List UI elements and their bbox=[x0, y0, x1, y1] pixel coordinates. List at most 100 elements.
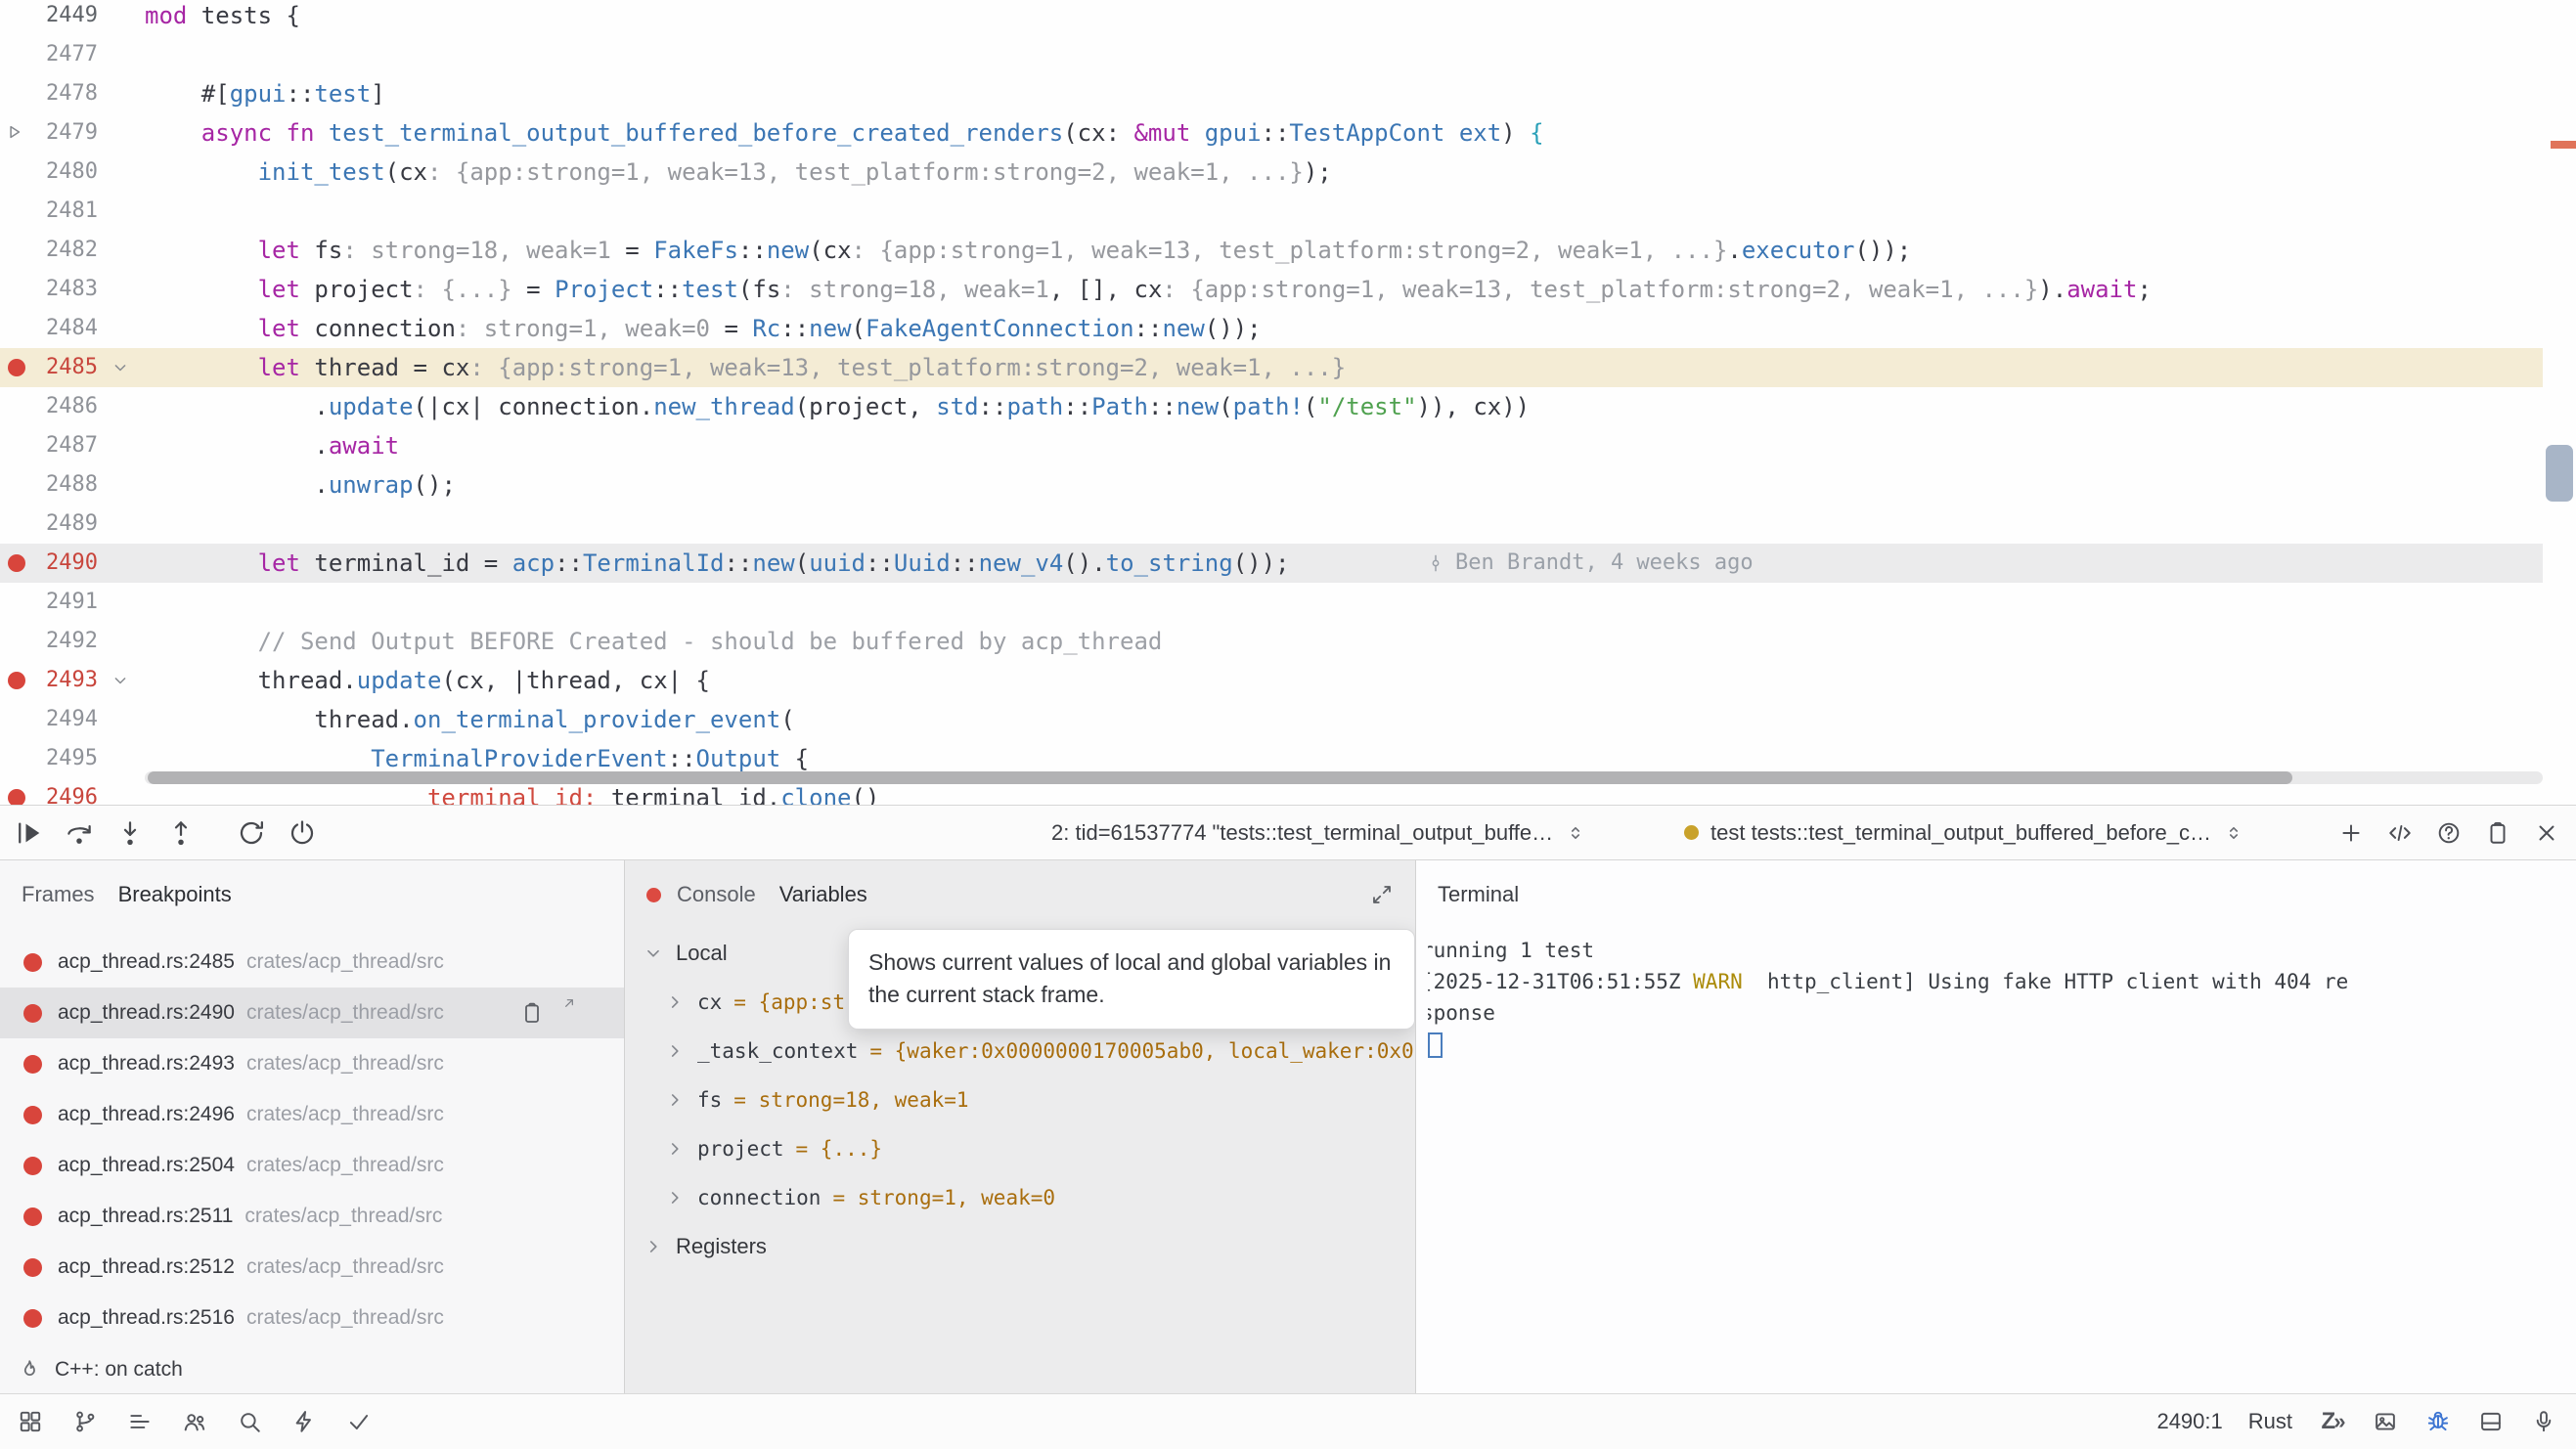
code-line-2479[interactable]: 2479 async fn test_terminal_output_buffe… bbox=[0, 113, 2543, 153]
line-number[interactable]: 2479 bbox=[35, 113, 98, 153]
code-line-2481[interactable]: 2481 bbox=[0, 192, 2543, 231]
breakpoint-dot[interactable] bbox=[23, 1309, 42, 1328]
code-line-2489[interactable]: 2489 bbox=[0, 505, 2543, 544]
run-test-icon[interactable] bbox=[4, 122, 23, 142]
help-button[interactable] bbox=[2433, 817, 2465, 849]
chevron-right-icon[interactable] bbox=[643, 1236, 664, 1257]
line-number[interactable]: 2491 bbox=[35, 583, 98, 622]
gutter-marker[interactable] bbox=[0, 622, 35, 661]
gutter-marker[interactable] bbox=[0, 700, 35, 739]
debugger-button[interactable] bbox=[2423, 1407, 2453, 1436]
new-session-button[interactable] bbox=[2335, 817, 2367, 849]
breakpoint-row[interactable]: acp_thread.rs:2512crates/acp_thread/src bbox=[0, 1242, 624, 1293]
tab-variables[interactable]: Variables bbox=[779, 882, 867, 907]
mic-button[interactable] bbox=[2529, 1407, 2558, 1436]
dock-layout-button[interactable] bbox=[16, 1407, 45, 1436]
breakpoint-dot[interactable] bbox=[8, 359, 25, 376]
line-number[interactable]: 2478 bbox=[35, 74, 98, 113]
code-line-2486[interactable]: 2486 .update(|cx| connection.new_thread(… bbox=[0, 387, 2543, 426]
edit-prediction-button[interactable]: Z» bbox=[2318, 1407, 2347, 1436]
gutter-marker[interactable] bbox=[0, 426, 35, 465]
line-number[interactable]: 2483 bbox=[35, 270, 98, 309]
line-number[interactable]: 2477 bbox=[35, 35, 98, 74]
line-number[interactable]: 2489 bbox=[35, 505, 98, 544]
gutter-marker[interactable] bbox=[0, 505, 35, 544]
restart-button[interactable] bbox=[233, 814, 270, 852]
line-number[interactable]: 2482 bbox=[35, 231, 98, 270]
breakpoint-dot[interactable] bbox=[8, 554, 25, 572]
breakpoint-row[interactable]: acp_thread.rs:2511crates/acp_thread/src bbox=[0, 1191, 624, 1242]
variables-group-registers[interactable]: Registers bbox=[625, 1222, 1415, 1271]
continue-button[interactable] bbox=[10, 814, 47, 852]
line-number[interactable]: 2495 bbox=[35, 739, 98, 778]
code-line-2492[interactable]: 2492 // Send Output BEFORE Created - sho… bbox=[0, 622, 2543, 661]
image-button[interactable] bbox=[2371, 1407, 2400, 1436]
language-selector[interactable]: Rust bbox=[2248, 1409, 2292, 1434]
breakpoint-dot[interactable] bbox=[23, 1106, 42, 1124]
line-number[interactable]: 2486 bbox=[35, 387, 98, 426]
gutter-marker[interactable] bbox=[0, 309, 35, 348]
chevron-down-icon[interactable] bbox=[643, 943, 664, 964]
chevron-right-icon[interactable] bbox=[664, 1138, 686, 1160]
code-line-2493[interactable]: 2493 thread.update(cx, |thread, cx| { bbox=[0, 661, 2543, 700]
code-line-2490[interactable]: 2490 let terminal_id = acp::TerminalId::… bbox=[0, 544, 2543, 583]
stop-button[interactable] bbox=[284, 814, 321, 852]
line-number[interactable]: 2492 bbox=[35, 622, 98, 661]
session-selector[interactable]: test tests::test_terminal_output_buffere… bbox=[1684, 806, 2244, 859]
gutter-marker[interactable] bbox=[0, 387, 35, 426]
code-line-2449[interactable]: 2449mod tests { bbox=[0, 0, 2543, 35]
exception-breakpoint-toggle[interactable]: C++: on catch bbox=[18, 1358, 183, 1382]
collab-button[interactable] bbox=[180, 1407, 209, 1436]
git-blame[interactable]: Ben Brandt, 4 weeks ago bbox=[1426, 544, 1754, 583]
breakpoint-dot[interactable] bbox=[23, 1055, 42, 1074]
diagnostics-button[interactable] bbox=[344, 1407, 374, 1436]
variable-row-_task_context[interactable]: _task_context= {waker:0x0000000170005ab0… bbox=[625, 1027, 1415, 1076]
code-line-2480[interactable]: 2480 init_test(cx: {app:strong=1, weak=1… bbox=[0, 153, 2543, 192]
gutter-marker[interactable] bbox=[0, 661, 35, 700]
gutter-marker[interactable] bbox=[0, 113, 35, 153]
breakpoint-dot[interactable] bbox=[23, 1208, 42, 1226]
gutter-marker[interactable] bbox=[0, 348, 35, 387]
tab-console[interactable]: Console bbox=[677, 882, 756, 907]
horizontal-scrollbar[interactable] bbox=[148, 771, 2292, 784]
git-branch-button[interactable] bbox=[70, 1407, 100, 1436]
gutter-marker[interactable] bbox=[0, 544, 35, 583]
variable-row-fs[interactable]: fs= strong=18, weak=1 bbox=[625, 1076, 1415, 1124]
code-line-2477[interactable]: 2477 bbox=[0, 35, 2543, 74]
gutter-marker[interactable] bbox=[0, 270, 35, 309]
terminal-output[interactable]: running 1 test[2025-12-31T06:51:55Z WARN… bbox=[1416, 929, 2576, 1393]
line-number[interactable]: 2494 bbox=[35, 700, 98, 739]
line-number[interactable]: 2449 bbox=[35, 0, 98, 35]
code-line-2491[interactable]: 2491 bbox=[0, 583, 2543, 622]
open-source-button[interactable] bbox=[2384, 817, 2416, 849]
breakpoint-row[interactable]: acp_thread.rs:2496crates/acp_thread/src bbox=[0, 1089, 624, 1140]
line-number[interactable]: 2484 bbox=[35, 309, 98, 348]
code-line-2487[interactable]: 2487 .await bbox=[0, 426, 2543, 465]
gutter-marker[interactable] bbox=[0, 153, 35, 192]
gutter-marker[interactable] bbox=[0, 74, 35, 113]
line-number[interactable]: 2487 bbox=[35, 426, 98, 465]
code-line-2484[interactable]: 2484 let connection: strong=1, weak=0 = … bbox=[0, 309, 2543, 348]
outline-button[interactable] bbox=[125, 1407, 155, 1436]
breakpoint-dot[interactable] bbox=[8, 789, 25, 805]
breakpoint-row[interactable]: acp_thread.rs:2493crates/acp_thread/src bbox=[0, 1038, 624, 1089]
line-number[interactable]: 2490 bbox=[35, 544, 98, 583]
code-line-2483[interactable]: 2483 let project: {...} = Project::test(… bbox=[0, 270, 2543, 309]
line-number[interactable]: 2493 bbox=[35, 661, 98, 700]
line-number[interactable]: 2480 bbox=[35, 153, 98, 192]
breakpoint-dot[interactable] bbox=[23, 953, 42, 972]
line-number[interactable]: 2496 bbox=[35, 778, 98, 805]
fold-column[interactable] bbox=[98, 348, 145, 387]
tab-frames[interactable]: Frames bbox=[22, 882, 95, 907]
thread-selector[interactable]: 2: tid=61537774 "tests::test_terminal_ou… bbox=[1051, 806, 1586, 859]
vertical-scrollbar[interactable] bbox=[2546, 445, 2573, 502]
breakpoint-dot[interactable] bbox=[23, 1258, 42, 1277]
close-session-button[interactable] bbox=[2531, 817, 2562, 849]
quick-actions-button[interactable] bbox=[289, 1407, 319, 1436]
bottom-dock-button[interactable] bbox=[2476, 1407, 2506, 1436]
cursor-position[interactable]: 2490:1 bbox=[2156, 1409, 2222, 1434]
step-out-button[interactable] bbox=[162, 814, 200, 852]
breakpoint-row[interactable]: acp_thread.rs:2490crates/acp_thread/src bbox=[0, 988, 624, 1038]
breakpoint-dot[interactable] bbox=[8, 672, 25, 689]
clipboard-icon[interactable] bbox=[520, 1001, 544, 1025]
